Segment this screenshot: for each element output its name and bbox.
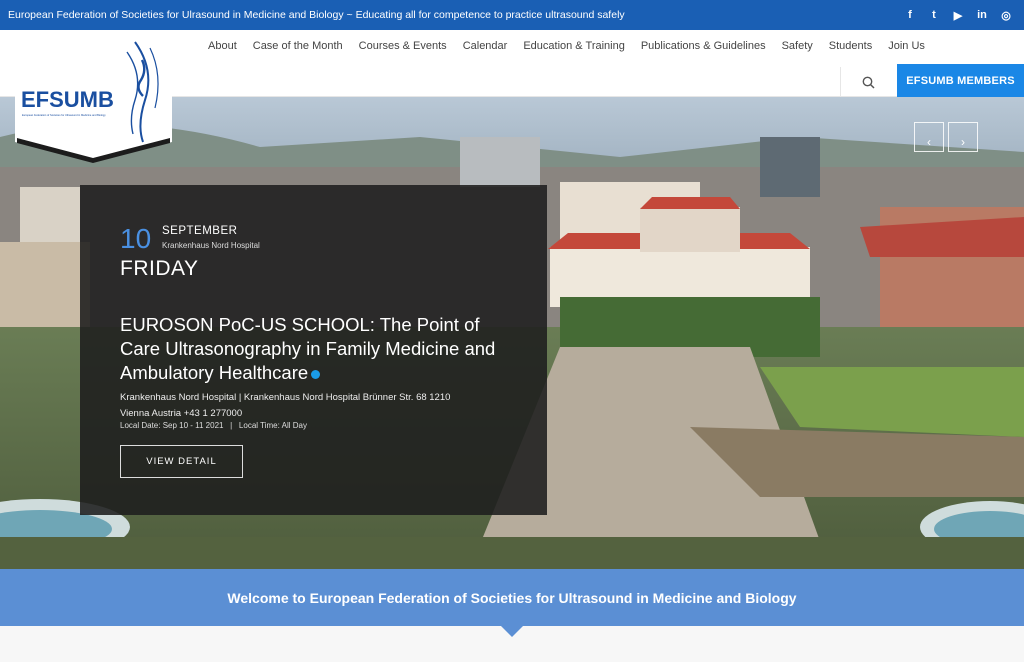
event-month: SEPTEMBER	[162, 225, 238, 237]
nav-item-join-us[interactable]: Join Us	[880, 40, 933, 52]
search-button[interactable]	[840, 67, 896, 97]
event-address-line: Vienna Austria +43 1 277000	[120, 408, 243, 419]
nav-item-safety[interactable]: Safety	[774, 40, 821, 52]
event-title-text[interactable]: EUROSON PoC-US SCHOOL: The Point of Care…	[120, 314, 495, 383]
nav-item-publications-guidelines[interactable]: Publications & Guidelines	[633, 40, 774, 52]
event-card: 10 SEPTEMBER Krankenhaus Nord Hospital F…	[80, 185, 547, 515]
nav-item-courses-events[interactable]: Courses & Events	[351, 40, 455, 52]
event-weekday: FRIDAY	[120, 257, 199, 280]
nav-item-case-of-the-month[interactable]: Case of the Month	[245, 40, 351, 52]
search-icon	[862, 76, 875, 89]
slider-next-button[interactable]: ›	[948, 122, 978, 152]
nav-item-about[interactable]: About	[200, 40, 245, 52]
welcome-text: Welcome to European Federation of Societ…	[227, 589, 797, 606]
event-address: Krankenhaus Nord Hospital | Krankenhaus …	[120, 390, 530, 422]
separator: |	[225, 421, 237, 430]
youtube-icon[interactable]: ▶	[952, 9, 964, 22]
dot-icon	[311, 370, 321, 379]
instagram-icon[interactable]: ◎	[1000, 9, 1012, 22]
efsumb-logo[interactable]: EFSUMB European Federation of Societies …	[15, 30, 172, 165]
nav-item-calendar[interactable]: Calendar	[455, 40, 516, 52]
site-tagline: European Federation of Societies for Ulr…	[8, 9, 625, 21]
main-nav: About Case of the Month Courses & Events…	[200, 40, 933, 52]
logo-subtitle: European Federation of Societies for Ult…	[22, 113, 106, 117]
event-times: Local Date: Sep 10 - 11 2021 | Local Tim…	[120, 421, 307, 430]
nav-item-education-training[interactable]: Education & Training	[515, 40, 633, 52]
hero-slider: ‹ › 10 SEPTEMBER Krankenhaus Nord Hospit…	[0, 97, 1024, 569]
facebook-icon[interactable]: f	[904, 9, 916, 21]
welcome-pointer-icon	[500, 625, 524, 637]
event-title[interactable]: EUROSON PoC-US SCHOOL: The Point of Care…	[120, 313, 520, 385]
slider-prev-button[interactable]: ‹	[914, 122, 944, 152]
welcome-banner: Welcome to European Federation of Societ…	[0, 569, 1024, 626]
event-address-line: Krankenhaus Nord Hospital | Krankenhaus …	[120, 392, 451, 403]
twitter-icon[interactable]: t	[928, 9, 940, 21]
social-links: f t ▶ in ◎	[904, 9, 1016, 22]
event-day: 10	[120, 223, 152, 254]
linkedin-icon[interactable]: in	[976, 9, 988, 21]
event-local-date: Local Date: Sep 10 - 11 2021	[120, 421, 224, 430]
view-detail-button[interactable]: VIEW DETAIL	[120, 445, 243, 478]
event-venue-short: Krankenhaus Nord Hospital	[162, 241, 260, 250]
top-bar: European Federation of Societies for Ulr…	[0, 0, 1024, 30]
slider-arrows: ‹ ›	[914, 122, 978, 152]
nav-item-students[interactable]: Students	[821, 40, 880, 52]
efsumb-members-button[interactable]: EFSUMB MEMBERS	[897, 64, 1024, 97]
event-local-time: Local Time: All Day	[238, 421, 307, 430]
logo-wordmark: EFSUMB	[21, 87, 114, 112]
